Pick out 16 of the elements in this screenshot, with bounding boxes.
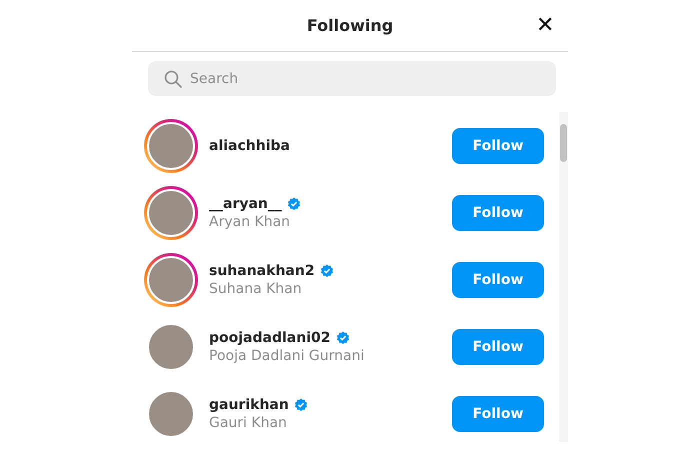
avatar[interactable] [144, 118, 198, 172]
full-name: Pooja Dadlani Gurnani [209, 348, 366, 364]
full-name: Aryan Khan [209, 214, 292, 230]
avatar[interactable] [144, 252, 198, 306]
full-name: Suhana Khan [209, 280, 303, 296]
search-field[interactable]: Search [148, 61, 556, 96]
username[interactable]: suhanakhan2 [209, 262, 315, 278]
username[interactable]: aliachhiba [209, 138, 290, 154]
username[interactable]: poojadadlani02 [209, 330, 330, 346]
full-name: Gauri Khan [209, 414, 288, 430]
dialog-title: Following [306, 16, 394, 35]
close-button[interactable]: ✕ [532, 12, 558, 38]
scrollbar[interactable] [559, 112, 568, 442]
username[interactable]: gaurikhan [209, 396, 289, 412]
avatar[interactable] [144, 186, 198, 240]
username[interactable]: __aryan__ [209, 196, 282, 212]
